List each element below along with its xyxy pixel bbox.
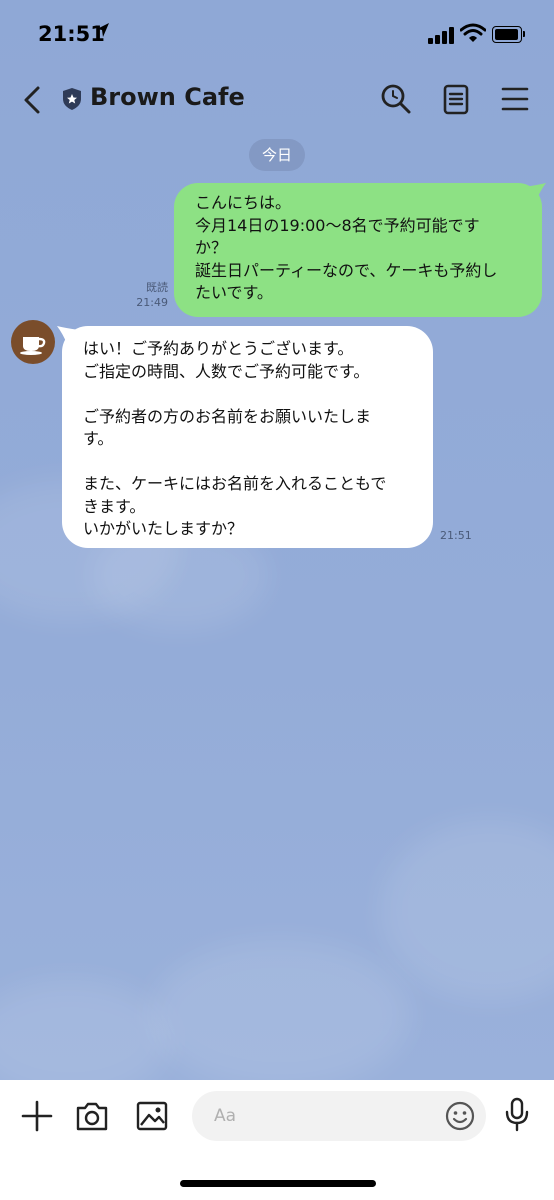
- verified-shield-icon: [62, 87, 82, 111]
- menu-icon[interactable]: [498, 82, 532, 116]
- home-indicator[interactable]: [180, 1180, 376, 1187]
- message-input[interactable]: Aa: [192, 1091, 486, 1141]
- battery-icon: [492, 26, 525, 43]
- wifi-icon: [459, 22, 487, 44]
- received-message-bubble[interactable]: はい！ご予約ありがとうございます。 ご指定の時間、人数でご予約可能です。 ご予約…: [62, 326, 433, 548]
- sent-message-bubble[interactable]: こんにちは。 今月14日の19:00〜8名で予約可能です か？ 誕生日パーティー…: [174, 183, 542, 317]
- back-button[interactable]: [18, 80, 46, 120]
- emoji-icon[interactable]: [445, 1101, 475, 1131]
- avatar[interactable]: [11, 320, 55, 364]
- microphone-icon[interactable]: [503, 1097, 531, 1133]
- status-bar: 21:51: [0, 0, 554, 70]
- location-arrow-icon: [96, 22, 110, 44]
- notes-icon[interactable]: [439, 82, 473, 116]
- status-time: 21:51: [38, 22, 105, 46]
- chat-title: Brown Cafe: [90, 83, 245, 111]
- plus-icon[interactable]: [19, 1098, 55, 1134]
- chat-header: Brown Cafe: [0, 70, 554, 130]
- search-icon[interactable]: [379, 82, 413, 116]
- camera-icon[interactable]: [74, 1098, 110, 1134]
- image-icon[interactable]: [134, 1098, 170, 1134]
- received-message-time: 21:51: [440, 529, 472, 542]
- cellular-signal-icon: [428, 26, 456, 44]
- coffee-cup-icon: [20, 337, 46, 355]
- date-separator: 今日: [249, 139, 305, 171]
- sent-message-time: 21:49: [136, 296, 168, 309]
- read-receipt: 既読: [146, 281, 168, 294]
